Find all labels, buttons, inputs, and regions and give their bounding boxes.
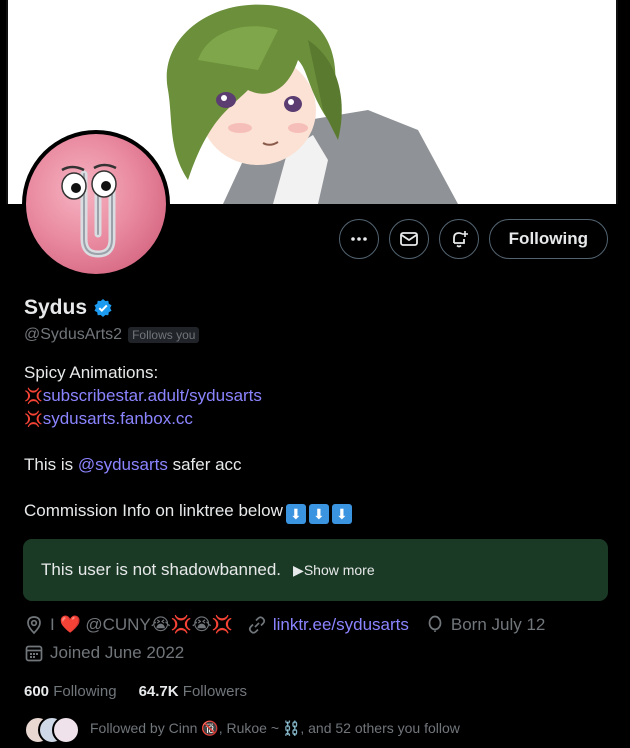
handle: @SydusArts2 xyxy=(24,326,123,343)
following-button[interactable]: Following xyxy=(488,219,608,259)
location-text: I ❤️ @CUNY😭💢😭💢 xyxy=(50,615,233,634)
subscribestar-link[interactable]: subscribestar.adult/sydusarts xyxy=(43,386,262,405)
bio-text: Spicy Animations: xyxy=(24,363,159,382)
avatar-image xyxy=(26,134,166,274)
notice-text: This user is not shadowbanned. xyxy=(41,560,282,579)
website-link[interactable]: linktr.ee/sydusarts xyxy=(273,615,409,635)
display-name: Sydus xyxy=(24,296,88,319)
followers-count-link[interactable]: 64.7K Followers xyxy=(139,683,247,700)
bio-line: Spicy Animations: xyxy=(24,361,614,384)
mention-link[interactable]: @sydusarts xyxy=(78,455,168,474)
name-row: Sydus xyxy=(24,296,113,320)
avatar[interactable] xyxy=(22,130,170,278)
profile-meta: I ❤️ @CUNY😭💢😭💢 linktr.ee/sydusarts Born … xyxy=(24,615,545,635)
follower-avatar xyxy=(52,716,80,744)
bio-line: 💢sydusarts.fanbox.cc xyxy=(24,407,614,430)
down-arrow-icon: ⬇ xyxy=(285,504,306,524)
down-arrow-icon: ⬇ xyxy=(308,504,329,524)
verified-badge-icon[interactable] xyxy=(93,298,113,318)
bell-plus-icon xyxy=(452,231,468,248)
followed-by[interactable]: Followed by Cinn 🔞, Rukoe ~ ⛓️, and 52 o… xyxy=(24,714,460,744)
follow-counts: 600 Following 64.7K Followers xyxy=(24,683,247,700)
bio-line: Commission Info on linktree below ⬇ ⬇ ⬇ xyxy=(24,499,614,524)
profile-actions: Following xyxy=(338,219,608,259)
followers-count: 64.7K xyxy=(138,683,179,700)
bio: Spicy Animations: 💢subscribestar.adult/s… xyxy=(24,361,614,524)
following-count: 600 xyxy=(24,683,50,700)
joined-text: Joined June 2022 xyxy=(50,643,185,662)
bio-spacer xyxy=(24,430,614,453)
bio-line: This is @sydusarts safer acc xyxy=(24,453,614,476)
envelope-icon xyxy=(399,232,418,246)
notify-button[interactable] xyxy=(438,219,479,259)
location-icon xyxy=(27,616,41,635)
message-button[interactable] xyxy=(388,219,429,259)
birthday-text: Born July 12 xyxy=(450,615,546,634)
down-arrow-icon: ⬇ xyxy=(331,504,352,524)
following-label: Following xyxy=(53,683,117,700)
bio-spacer xyxy=(24,476,614,499)
balloon-icon xyxy=(428,615,442,632)
link-icon xyxy=(248,616,265,634)
bio-text: Commission Info on linktree below xyxy=(24,501,283,520)
calendar-icon xyxy=(25,645,43,662)
show-more-link[interactable]: ▶Show more xyxy=(293,562,375,579)
follows-you-badge: Follows you xyxy=(128,327,200,343)
fanbox-link[interactable]: sydusarts.fanbox.cc xyxy=(43,409,193,428)
profile-meta-joined: Joined June 2022 xyxy=(24,643,184,663)
more-icon xyxy=(350,237,367,241)
bio-text: This is xyxy=(24,455,78,474)
follower-avatars xyxy=(24,714,84,744)
followed-by-text: Followed by Cinn 🔞, Rukoe ~ ⛓️, and 52 o… xyxy=(90,719,460,736)
bio-text: safer acc xyxy=(167,455,242,474)
anger-symbol-icon: 💢 xyxy=(24,388,43,405)
anger-symbol-icon: 💢 xyxy=(24,411,43,428)
shadowban-notice: This user is not shadowbanned. ▶Show mor… xyxy=(23,539,608,601)
bio-line: 💢subscribestar.adult/sydusarts xyxy=(24,384,614,407)
handle-row: @SydusArts2 Follows you xyxy=(24,326,200,344)
following-count-link[interactable]: 600 Following xyxy=(24,683,117,700)
more-button[interactable] xyxy=(338,219,379,259)
followers-label: Followers xyxy=(182,683,247,700)
